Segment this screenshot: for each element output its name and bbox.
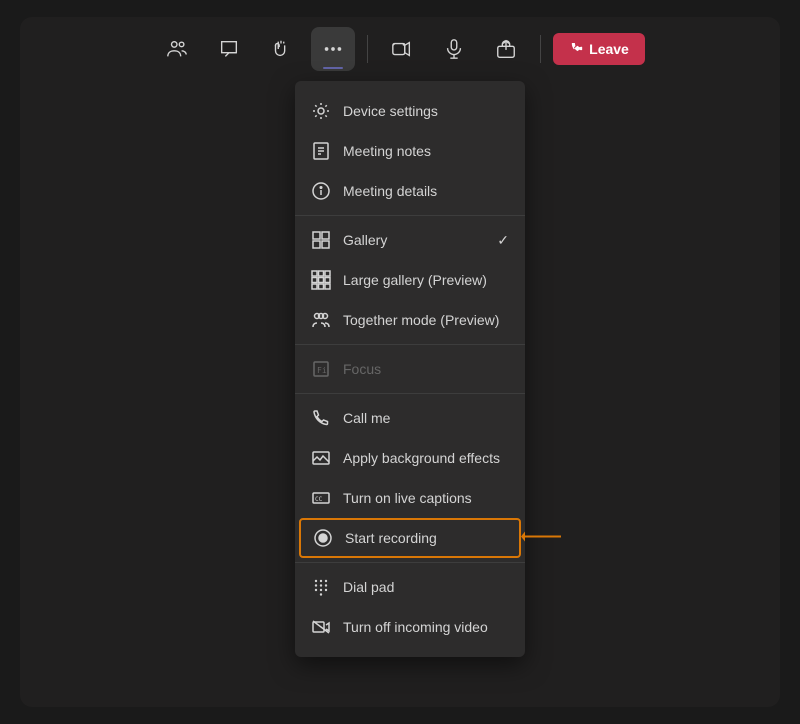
gallery-label: Gallery bbox=[343, 232, 509, 248]
toolbar-divider bbox=[367, 35, 368, 63]
background-effects-item[interactable]: Apply background effects bbox=[295, 438, 525, 478]
focus-icon: Fi bbox=[311, 359, 331, 379]
more-options-section: Dial pad Turn off incoming video bbox=[295, 563, 525, 651]
no-video-icon bbox=[311, 617, 331, 637]
toolbar-divider-2 bbox=[540, 35, 541, 63]
together-mode-label: Together mode (Preview) bbox=[343, 312, 509, 328]
video-button[interactable] bbox=[380, 27, 424, 71]
start-recording-item[interactable]: Start recording bbox=[299, 518, 521, 558]
app-container: Leave Device settings bbox=[20, 17, 780, 707]
people-button[interactable] bbox=[155, 27, 199, 71]
call-me-item[interactable]: Call me bbox=[295, 398, 525, 438]
share-button[interactable] bbox=[484, 27, 528, 71]
background-effects-label: Apply background effects bbox=[343, 450, 509, 466]
info-icon bbox=[311, 181, 331, 201]
start-recording-label: Start recording bbox=[345, 530, 507, 546]
gallery-item[interactable]: Gallery ✓ bbox=[295, 220, 525, 260]
view-section: Gallery ✓ bbox=[295, 216, 525, 345]
mic-button[interactable] bbox=[432, 27, 476, 71]
meeting-notes-item[interactable]: Meeting notes bbox=[295, 131, 525, 171]
svg-text:Fi: Fi bbox=[317, 366, 327, 375]
live-captions-item[interactable]: CC Turn on live captions bbox=[295, 478, 525, 518]
meeting-notes-label: Meeting notes bbox=[343, 143, 509, 159]
gear-icon bbox=[311, 101, 331, 121]
leave-label: Leave bbox=[589, 41, 629, 57]
call-icon bbox=[311, 408, 331, 428]
toolbar: Leave Device settings bbox=[20, 17, 780, 81]
gallery-icon bbox=[311, 230, 331, 250]
turn-off-video-item[interactable]: Turn off incoming video bbox=[295, 607, 525, 647]
turn-off-video-label: Turn off incoming video bbox=[343, 619, 509, 635]
meeting-details-label: Meeting details bbox=[343, 183, 509, 199]
call-me-label: Call me bbox=[343, 410, 509, 426]
large-gallery-item[interactable]: Large gallery (Preview) bbox=[295, 260, 525, 300]
focus-section: Fi Focus bbox=[295, 345, 525, 394]
together-icon bbox=[311, 310, 331, 330]
actions-section: Call me Apply background effects bbox=[295, 394, 525, 563]
live-captions-label: Turn on live captions bbox=[343, 490, 509, 506]
device-settings-label: Device settings bbox=[343, 103, 509, 119]
together-mode-item[interactable]: Together mode (Preview) bbox=[295, 300, 525, 340]
focus-item: Fi Focus bbox=[295, 349, 525, 389]
dial-pad-label: Dial pad bbox=[343, 579, 509, 595]
more-actions-dropdown: Device settings Meeting notes bbox=[295, 81, 525, 657]
captions-icon: CC bbox=[311, 488, 331, 508]
meeting-details-item[interactable]: Meeting details bbox=[295, 171, 525, 211]
device-settings-item[interactable]: Device settings bbox=[295, 91, 525, 131]
arrow-annotation bbox=[521, 527, 571, 550]
gallery-checkmark: ✓ bbox=[497, 232, 509, 249]
record-icon bbox=[313, 528, 333, 548]
large-gallery-icon bbox=[311, 270, 331, 290]
dial-pad-item[interactable]: Dial pad bbox=[295, 567, 525, 607]
focus-label: Focus bbox=[343, 361, 509, 377]
leave-button[interactable]: Leave bbox=[553, 33, 645, 65]
settings-section: Device settings Meeting notes bbox=[295, 87, 525, 216]
svg-text:CC: CC bbox=[315, 496, 323, 503]
raise-hand-button[interactable] bbox=[259, 27, 303, 71]
background-icon bbox=[311, 448, 331, 468]
large-gallery-label: Large gallery (Preview) bbox=[343, 272, 509, 288]
dialpad-icon bbox=[311, 577, 331, 597]
more-actions-button[interactable] bbox=[311, 27, 355, 71]
notes-icon bbox=[311, 141, 331, 161]
chat-button[interactable] bbox=[207, 27, 251, 71]
